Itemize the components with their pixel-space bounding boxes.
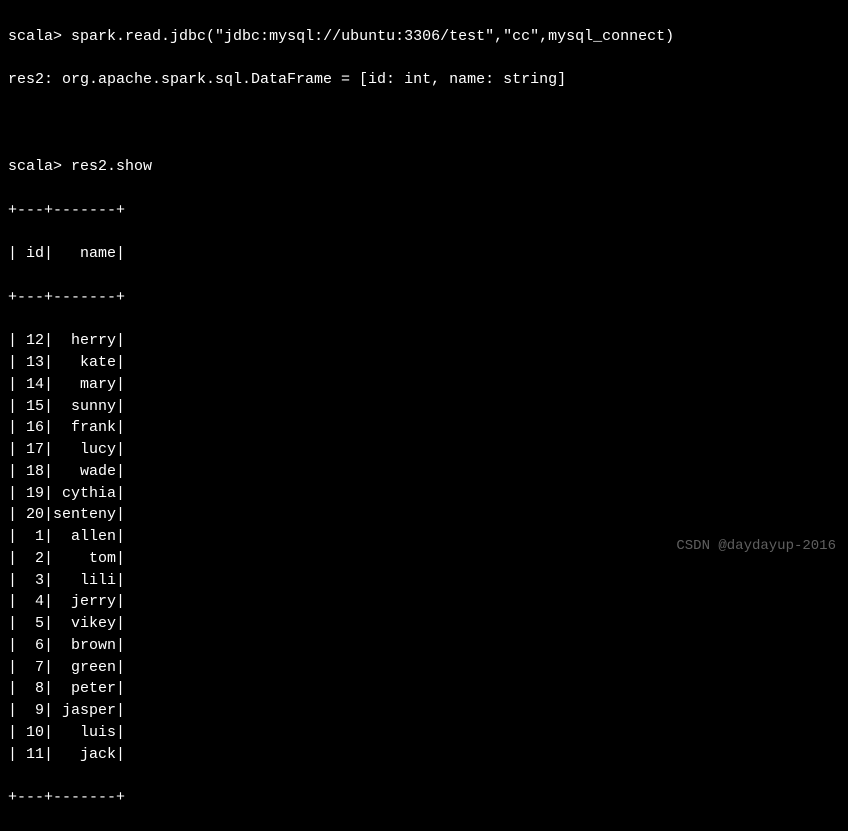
table-border-bottom: +---+-------+	[8, 787, 840, 809]
table-row: | 18| wade|	[8, 461, 840, 483]
table-row: | 13| kate|	[8, 352, 840, 374]
table-header: | id| name|	[8, 243, 840, 265]
table-row: | 16| frank|	[8, 417, 840, 439]
table-row: | 19| cythia|	[8, 483, 840, 505]
blank-line	[8, 113, 840, 135]
table-border-top: +---+-------+	[8, 200, 840, 222]
terminal-output[interactable]: scala> spark.read.jdbc("jdbc:mysql://ubu…	[8, 4, 840, 831]
command-text-1: spark.read.jdbc("jdbc:mysql://ubuntu:330…	[71, 28, 674, 45]
table-row: | 10| luis|	[8, 722, 840, 744]
table-row: | 7| green|	[8, 657, 840, 679]
scala-prompt: scala>	[8, 158, 62, 175]
table-row: | 12| herry|	[8, 330, 840, 352]
table-row: | 5| vikey|	[8, 613, 840, 635]
scala-prompt: scala>	[8, 28, 62, 45]
table-row: | 8| peter|	[8, 678, 840, 700]
table-row: | 15| sunny|	[8, 396, 840, 418]
table-row: | 3| lili|	[8, 570, 840, 592]
result-line-1: res2: org.apache.spark.sql.DataFrame = […	[8, 69, 840, 91]
command-line-1: scala> spark.read.jdbc("jdbc:mysql://ubu…	[8, 26, 840, 48]
command-line-2: scala> res2.show	[8, 156, 840, 178]
watermark-text: CSDN @daydayup-2016	[676, 536, 836, 556]
table-row: | 9| jasper|	[8, 700, 840, 722]
table-row: | 11| jack|	[8, 744, 840, 766]
table-row: | 4| jerry|	[8, 591, 840, 613]
table-border-mid: +---+-------+	[8, 287, 840, 309]
table-row: | 17| lucy|	[8, 439, 840, 461]
command-text-2: res2.show	[71, 158, 152, 175]
table-row: | 20|senteny|	[8, 504, 840, 526]
table-row: | 14| mary|	[8, 374, 840, 396]
table-row: | 6| brown|	[8, 635, 840, 657]
